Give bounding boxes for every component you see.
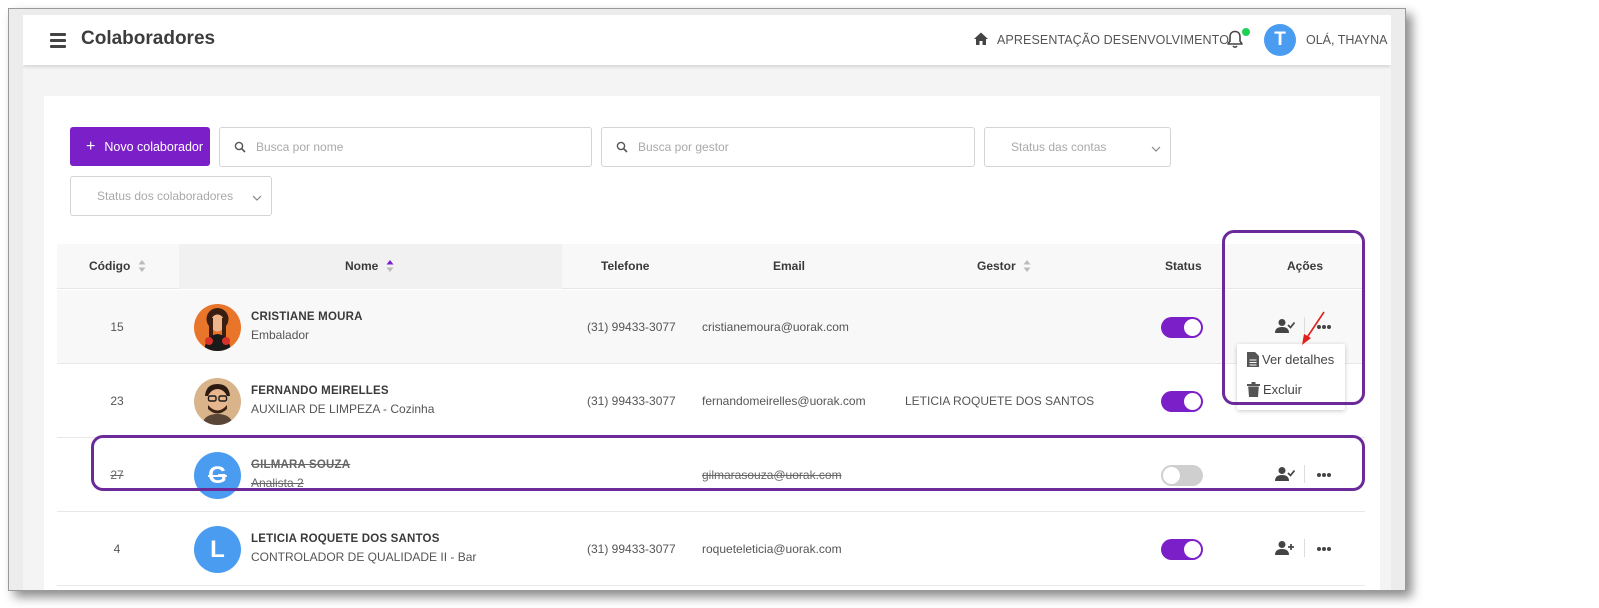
- menu-item-delete[interactable]: Excluir: [1247, 382, 1302, 397]
- notification-dot: [1242, 28, 1250, 36]
- arrow-icon: [1302, 311, 1325, 345]
- avatar: [194, 378, 241, 425]
- employee-role: Embalador: [251, 328, 310, 342]
- home-icon: [974, 32, 988, 45]
- status-toggle[interactable]: [1161, 391, 1203, 412]
- new-employee-label: Novo colaborador: [104, 139, 204, 154]
- employee-status-label: Status dos colaboradores: [97, 189, 234, 203]
- table-header: Código Nome Telefone Email Gestor Status…: [57, 244, 1365, 289]
- menu-icon[interactable]: [50, 33, 66, 48]
- employee-role: Analista 2: [251, 476, 304, 490]
- employee-phone: (31) 99433-3077: [587, 394, 676, 408]
- search-manager-input[interactable]: [638, 140, 936, 154]
- avatar-initial: G: [208, 462, 227, 489]
- employee-role: AUXILIAR DE LIMPEZA - Cozinha: [251, 402, 435, 416]
- menu-item-details-label: Ver detalhes: [1262, 352, 1335, 367]
- employee-email: fernandomeirelles@uorak.com: [702, 394, 866, 408]
- status-toggle[interactable]: [1161, 465, 1203, 486]
- column-header-status: Status: [1165, 259, 1202, 273]
- account-status-label: Status das contas: [1011, 140, 1107, 154]
- account-status-select[interactable]: Status das contas: [984, 127, 1171, 167]
- employee-phone: (31) 99433-3077: [587, 320, 676, 334]
- employee-name[interactable]: FERNANDO MEIRELLES: [251, 385, 389, 397]
- user-check-icon[interactable]: [1275, 318, 1295, 334]
- actions-dropdown: Ver detalhes Excluir: [1237, 344, 1345, 410]
- avatar: [194, 304, 241, 351]
- row-code: 4: [113, 542, 121, 556]
- sort-icon[interactable]: [138, 258, 146, 274]
- employee-email: roqueteleticia@uorak.com: [702, 542, 842, 556]
- user-greeting[interactable]: OLÁ, THAYNA: [1306, 33, 1388, 47]
- sort-icon[interactable]: [1023, 258, 1031, 274]
- employee-manager: LETICIA ROQUETE DOS SANTOS: [905, 394, 1095, 408]
- chevron-down-icon: [252, 195, 262, 201]
- plus-icon: +: [86, 137, 96, 155]
- employee-phone: (31) 99433-3077: [587, 542, 676, 556]
- column-header-manager[interactable]: Gestor: [977, 259, 1016, 273]
- new-employee-button[interactable]: + Novo colaborador: [70, 127, 210, 166]
- employee-email: gilmarasouza@uorak.com: [702, 468, 842, 482]
- employee-name[interactable]: LETICIA ROQUETE DOS SANTOS: [251, 533, 440, 545]
- action-separator: [1304, 539, 1305, 557]
- status-toggle[interactable]: [1161, 539, 1203, 560]
- employee-name[interactable]: CRISTIANE MOURA: [251, 311, 363, 323]
- file-icon: [1247, 352, 1259, 367]
- column-header-name[interactable]: Nome: [345, 259, 378, 273]
- search-manager-field[interactable]: [601, 127, 975, 167]
- column-header-email: Email: [773, 259, 806, 273]
- table-row: 27 G GILMARA SOUZA Analista 2 gilmarasou…: [57, 438, 1365, 512]
- sort-icon[interactable]: [386, 258, 394, 274]
- top-bar: Colaboradores APRESENTAÇÃO DESENVOLVIMEN…: [23, 15, 1391, 65]
- employee-role: CONTROLADOR DE QUALIDADE II - Bar: [251, 550, 477, 564]
- app: Colaboradores APRESENTAÇÃO DESENVOLVIMEN…: [23, 15, 1391, 590]
- company-name[interactable]: APRESENTAÇÃO DESENVOLVIMENTO: [997, 33, 1229, 47]
- status-toggle[interactable]: [1161, 317, 1203, 338]
- search-name-input[interactable]: [256, 140, 553, 154]
- column-header-code[interactable]: Código: [89, 259, 130, 273]
- screenshot-frame: Colaboradores APRESENTAÇÃO DESENVOLVIMEN…: [8, 8, 1406, 591]
- user-plus-icon[interactable]: [1275, 540, 1295, 556]
- table-row: 4 L LETICIA ROQUETE DOS SANTOS CONTROLAD…: [57, 512, 1365, 586]
- employee-email: cristianemoura@uorak.com: [702, 320, 849, 334]
- row-code: 15: [110, 320, 124, 334]
- content-card: + Novo colaborador Status das contas: [44, 96, 1380, 590]
- user-avatar[interactable]: T: [1264, 24, 1296, 56]
- employee-name[interactable]: GILMARA SOUZA: [251, 459, 350, 471]
- avatar-initial: L: [210, 536, 225, 563]
- column-header-phone: Telefone: [601, 259, 650, 273]
- more-icon[interactable]: [1316, 472, 1332, 478]
- avatar: L: [194, 526, 241, 573]
- trash-icon: [1247, 382, 1260, 397]
- employee-status-select[interactable]: Status dos colaboradores: [70, 176, 272, 216]
- user-check-icon[interactable]: [1275, 466, 1295, 482]
- row-code: 23: [110, 394, 124, 408]
- chevron-down-icon: [1151, 146, 1161, 152]
- menu-item-details[interactable]: Ver detalhes: [1247, 352, 1334, 367]
- action-separator: [1304, 465, 1305, 483]
- search-name-field[interactable]: [219, 127, 592, 167]
- menu-item-delete-label: Excluir: [1263, 382, 1303, 397]
- table-row: 23 FERNANDO MEIRELLES AUXILIAR DE LIMPEZ…: [57, 364, 1365, 438]
- row-code: 27: [110, 468, 124, 482]
- page-title: Colaboradores: [81, 28, 216, 49]
- more-icon[interactable]: [1316, 546, 1332, 552]
- avatar: G: [194, 452, 241, 499]
- table-row: 15 CRISTIANE MOURA Embalador (31) 99433-…: [57, 290, 1365, 364]
- search-icon: [234, 141, 246, 153]
- search-icon: [616, 141, 628, 153]
- column-header-actions: Ações: [1287, 259, 1324, 273]
